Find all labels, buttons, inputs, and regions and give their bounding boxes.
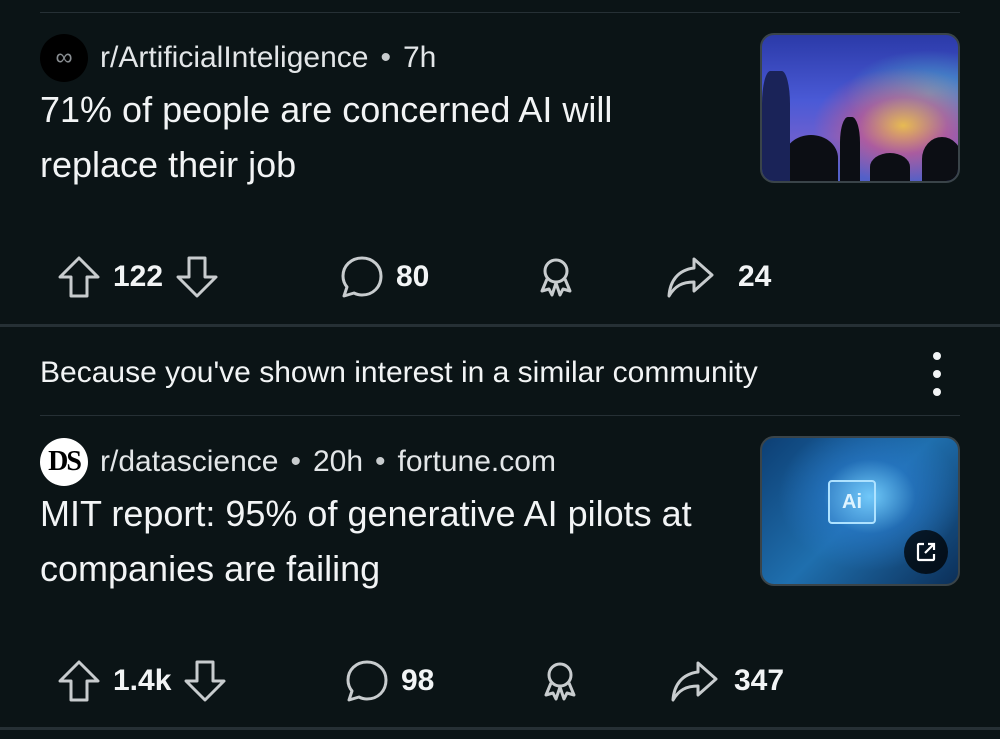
subreddit-avatar[interactable]: DS [40,438,88,486]
subreddit-avatar[interactable]: ∞ [40,34,88,82]
award-button[interactable] [540,656,580,706]
link-domain[interactable]: fortune.com [398,445,556,479]
post-thumbnail[interactable]: Ai [760,436,960,586]
infinity-icon: ∞ [55,44,73,71]
post-actions: 122 80 24 [0,252,1000,302]
upvote-icon[interactable] [55,253,103,301]
ai-badge: Ai [828,480,876,524]
post-title[interactable]: 71% of people are concerned AI will repl… [40,82,720,192]
share-count: 347 [734,664,785,697]
comment-count: 98 [401,664,435,697]
comment-button[interactable]: 80 [338,252,439,302]
upvote-count: 1.4k [113,664,172,697]
share-button[interactable]: 24 [664,252,781,302]
share-icon [671,661,718,702]
separator-dot: • [375,445,386,478]
comment-button[interactable]: 98 [343,656,444,706]
recommendation-reason: Because you've shown interest in a simil… [40,356,758,389]
comment-icon [341,256,383,298]
vote-group: 1.4k [55,656,229,706]
post-card[interactable]: DS r/datascience • 20h • fortune.com MIT… [0,416,1000,726]
audience-silhouette [870,153,910,181]
audience-silhouette [784,135,838,181]
separator-dot: • [380,41,391,74]
share-count: 24 [738,260,772,293]
comment-icon [346,660,388,702]
post-card[interactable]: ∞ r/ArtificialInteligence • 7h 71% of pe… [0,0,1000,325]
upvote-count: 122 [113,260,164,293]
award-button[interactable] [536,252,576,302]
comment-count: 80 [396,260,430,293]
vote-group: 122 [55,252,221,302]
post-thumbnail[interactable] [760,33,960,183]
post-meta: ∞ r/ArtificialInteligence • 7h [40,34,436,82]
post-separator [0,727,1000,730]
post-time: 20h [312,445,364,478]
audience-silhouette [840,117,860,181]
share-icon [667,257,714,298]
award-icon [540,258,572,297]
avatar-initials: DS [48,446,82,477]
more-options-icon[interactable] [925,352,949,396]
post-time: 7h [402,41,437,74]
post-meta: DS r/datascience • 20h • fortune.com [40,438,556,486]
subreddit-name[interactable]: r/datascience [100,445,278,479]
post-actions: 1.4k 98 347 [0,656,1000,706]
upvote-icon[interactable] [55,657,103,705]
subreddit-name[interactable]: r/ArtificialInteligence [100,41,368,75]
downvote-icon[interactable] [181,657,229,705]
post-separator [0,324,1000,327]
share-button[interactable]: 347 [668,656,794,706]
external-link-icon[interactable] [904,530,948,574]
post-title[interactable]: MIT report: 95% of generative AI pilots … [40,486,720,596]
audience-silhouette [922,137,958,181]
audience-silhouette [762,71,790,181]
downvote-icon[interactable] [173,253,221,301]
award-icon [544,662,576,701]
separator-dot: • [290,445,301,478]
